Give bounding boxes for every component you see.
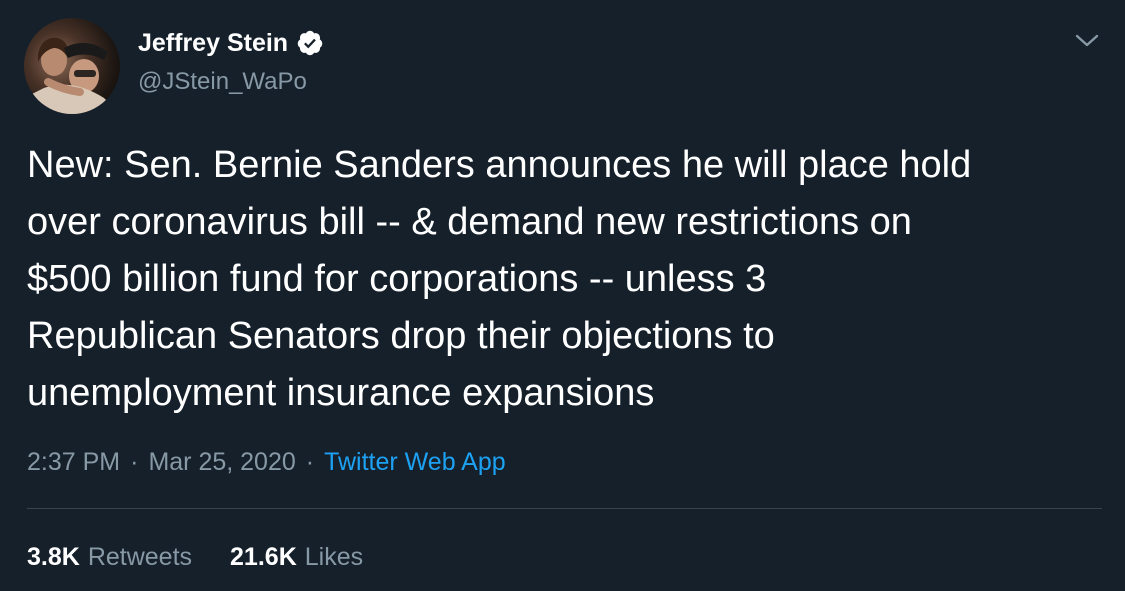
chevron-down-icon[interactable] [1072,28,1102,52]
likes-count: 21.6K [230,543,297,571]
avatar[interactable] [24,18,120,114]
author-handle[interactable]: @JStein_WaPo [138,67,307,97]
tweet-text: New: Sen. Bernie Sanders announces he wi… [27,144,972,414]
tweet-time[interactable]: 2:37 PM [27,445,120,479]
meta-separator: · [130,448,139,476]
tweet-date[interactable]: Mar 25, 2020 [148,445,295,479]
retweets-count: 3.8K [27,543,80,571]
profile-photo-icon [24,37,120,114]
verified-badge-icon [296,29,324,57]
tweet-meta: 2:37 PM · Mar 25, 2020 · Twitter Web App [27,445,506,479]
author-display-name[interactable]: Jeffrey Stein [138,28,288,58]
retweets-stat[interactable]: 3.8K Retweets [27,540,192,574]
tweet-stats: 3.8K Retweets 21.6K Likes [27,540,363,574]
likes-label: Likes [304,543,364,571]
retweets-label: Retweets [87,543,193,571]
meta-separator: · [305,448,315,476]
divider [27,508,1102,509]
tweet-source-link[interactable]: Twitter Web App [324,445,506,479]
author-name-row[interactable]: Jeffrey Stein [138,28,324,58]
likes-stat[interactable]: 21.6K Likes [230,540,363,574]
